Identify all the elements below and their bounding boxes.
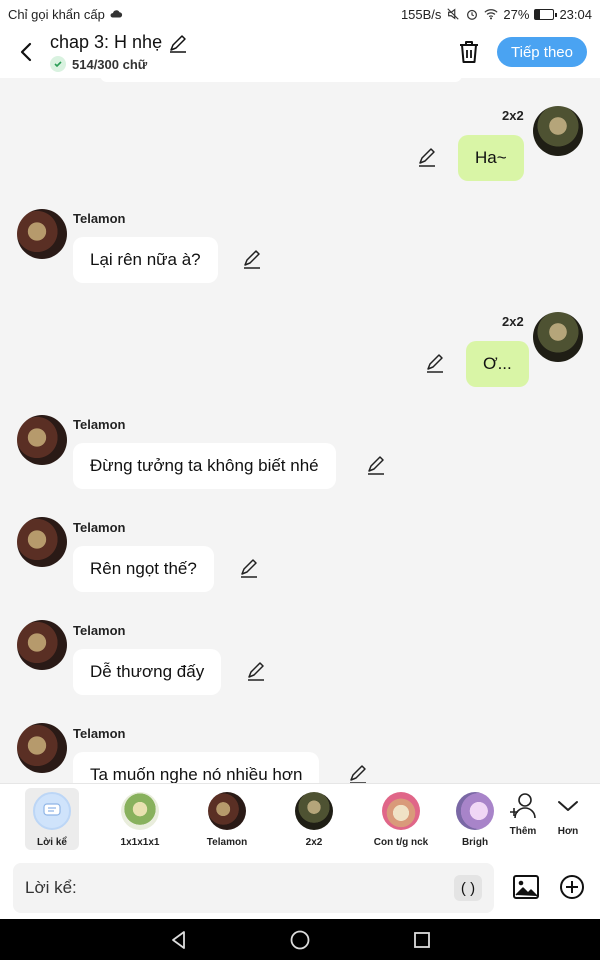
wifi-icon — [484, 9, 498, 20]
character-2x2[interactable]: 2x2 — [281, 788, 347, 850]
message-bubble[interactable]: Đừng tưởng ta không biết nhé — [73, 443, 336, 489]
net-speed: 155B/s — [400, 6, 442, 22]
title-row[interactable]: chap 3: H nhẹ — [50, 32, 188, 53]
word-count-row: 514/300 chữ — [50, 56, 147, 72]
sender-name: Telamon — [73, 520, 126, 535]
avatar-telamon[interactable] — [17, 620, 67, 670]
chat-bubble-icon — [43, 803, 61, 816]
sender-name: 2x2 — [502, 314, 524, 329]
character-avatar — [456, 792, 494, 830]
character-narrator[interactable]: Lời kể — [25, 788, 79, 850]
check-icon — [50, 56, 66, 72]
avatar-telamon[interactable] — [17, 415, 67, 465]
parentheses-button[interactable]: ( ) — [454, 875, 482, 901]
image-icon[interactable] — [512, 873, 540, 901]
nav-home-icon[interactable] — [289, 929, 311, 951]
add-label: Thêm — [509, 826, 537, 837]
character-avatar — [208, 792, 246, 830]
character-bar: Lời kể 1x1x1x1 Telamon 2x2 Con t/g nck B… — [0, 783, 600, 856]
more-label: Hơn — [557, 826, 579, 837]
character-avatar — [121, 792, 159, 830]
edit-title-icon[interactable] — [168, 33, 188, 53]
character-1x1x1x1[interactable]: 1x1x1x1 — [107, 788, 173, 850]
narrator-avatar — [33, 792, 71, 830]
back-button[interactable] — [14, 38, 38, 66]
chat-area[interactable]: 2x2 Ha~ Telamon Lại rên nữa à? 2x2 Ơ... … — [0, 78, 600, 783]
character-label: Lời kể — [37, 837, 67, 848]
clock: 23:04 — [559, 6, 592, 22]
pencil-icon[interactable] — [416, 147, 438, 169]
alarm-icon — [467, 9, 478, 20]
trash-icon — [460, 41, 478, 63]
battery-fill — [535, 9, 541, 19]
pencil-icon[interactable] — [238, 558, 260, 580]
character-label: Brigh — [461, 837, 489, 848]
cloud-icon — [110, 10, 122, 18]
avatar-telamon[interactable] — [17, 517, 67, 567]
delete-button[interactable] — [455, 38, 483, 66]
header: chap 3: H nhẹ 514/300 chữ Tiếp theo — [0, 28, 600, 78]
next-button[interactable]: Tiếp theo — [497, 37, 587, 67]
input-placeholder: Lời kể: — [25, 878, 77, 897]
add-character-button[interactable]: Thêm — [503, 792, 543, 848]
carrier-text: Chỉ gọi khẩn cấp — [8, 6, 105, 22]
message-input[interactable]: Lời kể: — [13, 863, 494, 913]
sender-name: Telamon — [73, 417, 126, 432]
message-bubble[interactable]: Rên ngọt thế? — [73, 546, 214, 592]
character-label: 2x2 — [305, 837, 323, 848]
avatar-2x2[interactable] — [533, 312, 583, 362]
battery-percent: 27% — [503, 6, 530, 22]
character-brigh[interactable]: Brigh — [455, 788, 495, 850]
sender-name: Telamon — [73, 211, 126, 226]
nav-back-icon[interactable] — [168, 929, 190, 951]
plus-circle-icon[interactable] — [559, 874, 585, 900]
chevron-down-icon — [558, 801, 578, 811]
character-telamon[interactable]: Telamon — [194, 788, 260, 850]
status-right: 155B/s 27% 23:04 — [401, 7, 592, 22]
message-bubble[interactable]: Ta muốn nghe nó nhiều hơn — [73, 752, 320, 783]
sender-name: 2x2 — [502, 108, 524, 123]
pencil-icon[interactable] — [424, 353, 446, 375]
message-bubble[interactable]: Dễ thương đấy — [73, 649, 222, 695]
character-label: Con t/g nck — [373, 837, 429, 848]
system-nav-bar — [0, 919, 600, 960]
pencil-icon[interactable] — [241, 249, 263, 271]
add-person-icon — [510, 793, 536, 819]
pencil-icon[interactable] — [347, 764, 369, 783]
sender-name: Telamon — [73, 726, 126, 741]
message-bubble[interactable]: Lại rên nữa à? — [73, 237, 218, 283]
avatar-telamon[interactable] — [17, 723, 67, 773]
message-bubble[interactable]: Ha~ — [458, 135, 524, 181]
previous-bubble — [100, 78, 462, 82]
character-avatar — [295, 792, 333, 830]
status-bar: Chỉ gọi khẩn cấp 155B/s 27% 23:04 — [0, 0, 600, 28]
character-avatar — [382, 792, 420, 830]
character-label: 1x1x1x1 — [120, 837, 160, 848]
word-count: 514/300 chữ — [72, 56, 148, 72]
avatar-2x2[interactable] — [533, 106, 583, 156]
input-bar: Lời kể: ( ) — [0, 856, 600, 919]
character-label: Telamon — [206, 837, 248, 848]
status-left: Chỉ gọi khẩn cấp — [8, 7, 123, 22]
pencil-icon[interactable] — [245, 661, 267, 683]
message-bubble[interactable]: Ơ... — [466, 341, 529, 387]
nav-recents-icon[interactable] — [411, 929, 433, 951]
mute-icon — [447, 8, 460, 20]
sender-name: Telamon — [73, 623, 126, 638]
pencil-icon[interactable] — [365, 455, 387, 477]
character-con-tg-nck[interactable]: Con t/g nck — [368, 788, 434, 850]
page-title: chap 3: H nhẹ — [50, 32, 163, 52]
back-arrow-icon — [20, 42, 32, 62]
battery-icon — [534, 8, 558, 20]
avatar-telamon[interactable] — [17, 209, 67, 259]
more-button[interactable]: Hơn — [548, 792, 588, 848]
